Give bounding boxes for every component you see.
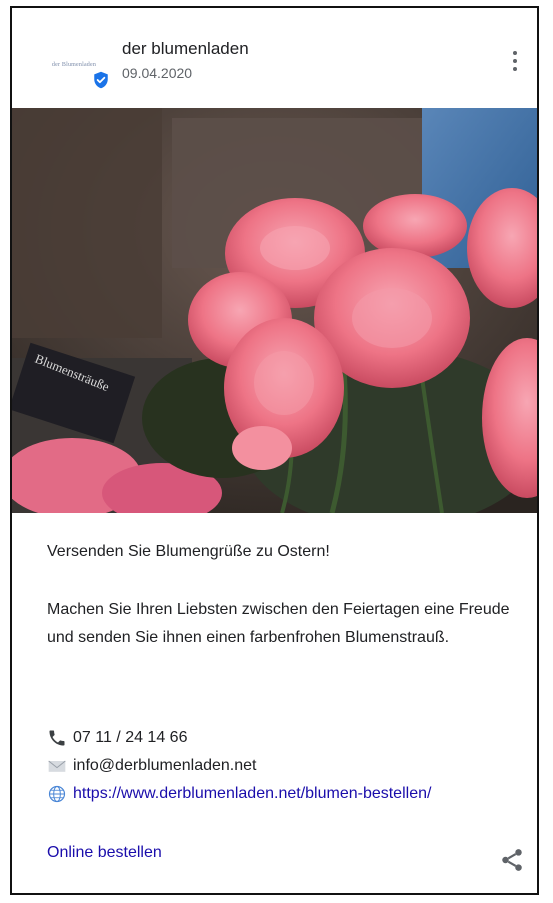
post-image[interactable]: Blumensträuße (12, 108, 537, 513)
email-address[interactable]: info@derblumenladen.net (73, 757, 256, 775)
phone-number[interactable]: 07 11 / 24 14 66 (73, 729, 187, 747)
verified-badge-icon (94, 71, 108, 89)
more-vert-icon (513, 49, 517, 73)
phone-icon (49, 730, 65, 746)
post-headline: Versenden Sie Blumengrüße zu Ostern! (47, 543, 330, 560)
logo-text: der Blumenladen (51, 62, 97, 68)
website-link[interactable]: https://www.derblumenladen.net/blumen-be… (73, 785, 431, 803)
more-options-button[interactable] (493, 44, 537, 78)
website-row[interactable]: https://www.derblumenladen.net/blumen-be… (47, 784, 431, 804)
globe-icon (48, 785, 66, 803)
author-name[interactable]: der blumenladen (122, 39, 249, 59)
order-online-link[interactable]: Online bestellen (47, 844, 162, 862)
phone-row[interactable]: 07 11 / 24 14 66 (47, 728, 187, 748)
mail-icon (48, 760, 66, 772)
post-header: der Blumenladen der blumenladen 09.04.20… (12, 8, 537, 108)
post-card: der Blumenladen der blumenladen 09.04.20… (10, 6, 539, 895)
post-date: 09.04.2020 (122, 65, 193, 81)
email-row[interactable]: info@derblumenladen.net (47, 756, 256, 776)
share-icon[interactable] (499, 846, 525, 874)
post-body: Machen Sie Ihren Liebsten zwischen den F… (47, 601, 510, 646)
